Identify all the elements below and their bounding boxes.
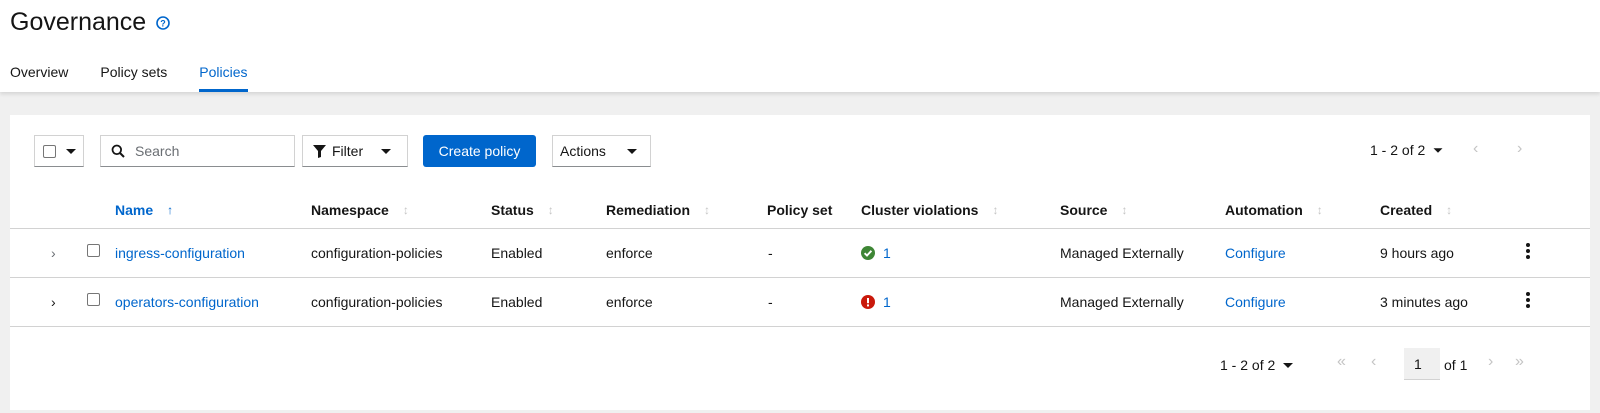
pagination-bottom-range: 1 - 2 of 2 [1220, 357, 1276, 373]
namespace-cell: configuration-policies [311, 245, 443, 261]
remediation-cell: enforce [606, 294, 653, 310]
actions-label: Actions [560, 143, 606, 159]
svg-text:?: ? [160, 18, 166, 28]
sort-icon: ↕ [992, 203, 999, 217]
first-page-icon[interactable]: « [1337, 353, 1346, 371]
toolbar: Filter Create policy Actions 1 - 2 of 2 … [10, 115, 1590, 189]
violations-count-link[interactable]: 1 [883, 294, 891, 310]
next-page-icon[interactable]: › [1517, 140, 1522, 158]
created-cell: 9 hours ago [1380, 245, 1454, 261]
violations-cell: 1 [861, 245, 891, 261]
column-header-remediation[interactable]: Remediation ↕ [606, 202, 710, 218]
sort-icon: ↕ [1446, 203, 1453, 217]
sort-icon: ↕ [1121, 203, 1128, 217]
column-header-source[interactable]: Source ↕ [1060, 202, 1127, 218]
pagination-top-toggle[interactable]: 1 - 2 of 2 [1370, 142, 1443, 158]
tab-policy-sets[interactable]: Policy sets [100, 56, 167, 92]
filter-button[interactable]: Filter [302, 135, 408, 167]
column-header-automation[interactable]: Automation ↕ [1225, 202, 1323, 218]
page-title-wrap: Governance ? [10, 8, 171, 37]
automation-configure-link[interactable]: Configure [1225, 294, 1286, 310]
exclamation-circle-icon [861, 295, 875, 309]
bulk-select-dropdown[interactable] [34, 135, 84, 167]
violations-count-link[interactable]: 1 [883, 245, 891, 261]
created-cell: 3 minutes ago [1380, 294, 1468, 310]
status-cell: Enabled [491, 294, 543, 310]
help-icon[interactable]: ? [156, 15, 171, 30]
column-header-name[interactable]: Name ↑ [115, 202, 173, 218]
previous-page-icon[interactable]: ‹ [1473, 140, 1478, 158]
source-cell: Managed Externally [1060, 294, 1184, 310]
column-header-status[interactable]: Status ↕ [491, 202, 554, 218]
pagination-top-range: 1 - 2 of 2 [1370, 142, 1426, 158]
next-page-icon[interactable]: › [1488, 353, 1493, 371]
caret-down-icon [626, 148, 637, 154]
select-all-checkbox[interactable] [43, 144, 56, 158]
source-cell: Managed Externally [1060, 245, 1184, 261]
total-pages-label: of 1 [1444, 357, 1468, 373]
row-checkbox[interactable] [87, 293, 100, 306]
page-header: Governance ? Overview Policy sets Polici… [0, 0, 1600, 92]
page-number-input[interactable]: 1 [1404, 348, 1440, 380]
create-policy-button[interactable]: Create policy [423, 135, 536, 167]
table-row: › operators-configuration configuration-… [10, 278, 1590, 327]
table-header: Name ↑ Namespace ↕ Status ↕ Remediation ↕ P… [10, 189, 1590, 229]
expand-row-icon[interactable]: › [51, 294, 56, 310]
sort-icon: ↕ [1316, 203, 1323, 217]
sort-icon: ↕ [704, 203, 711, 217]
kebab-menu-icon[interactable] [1526, 292, 1530, 310]
policies-card: Filter Create policy Actions 1 - 2 of 2 … [10, 115, 1590, 410]
check-circle-icon [861, 246, 875, 260]
filter-label: Filter [332, 143, 364, 159]
sort-icon: ↕ [402, 203, 409, 217]
search-input[interactable] [135, 143, 285, 159]
search-box [100, 135, 295, 167]
last-page-icon[interactable]: » [1515, 353, 1524, 371]
column-header-cluster-violations[interactable]: Cluster violations ↕ [861, 202, 998, 218]
caret-down-icon [1433, 147, 1443, 153]
previous-page-icon[interactable]: ‹ [1371, 353, 1376, 371]
remediation-cell: enforce [606, 245, 653, 261]
tab-policies[interactable]: Policies [199, 56, 248, 92]
actions-dropdown[interactable]: Actions [552, 135, 651, 167]
tab-overview[interactable]: Overview [10, 56, 68, 92]
kebab-menu-icon[interactable] [1526, 243, 1530, 261]
search-icon [111, 144, 125, 158]
sort-icon: ↕ [547, 203, 554, 217]
column-header-namespace[interactable]: Namespace ↕ [311, 202, 409, 218]
column-header-created[interactable]: Created ↕ [1380, 202, 1452, 218]
automation-configure-link[interactable]: Configure [1225, 245, 1286, 261]
caret-down-icon [66, 148, 76, 154]
sort-ascending-icon: ↑ [167, 203, 174, 217]
policy-name-link[interactable]: operators-configuration [115, 294, 259, 310]
row-checkbox[interactable] [87, 244, 100, 257]
expand-row-icon[interactable]: › [51, 245, 56, 261]
pagination-bottom-toggle[interactable]: 1 - 2 of 2 [1220, 357, 1294, 373]
policy-set-cell: - [768, 294, 773, 310]
caret-down-icon [1283, 362, 1294, 368]
namespace-cell: configuration-policies [311, 294, 443, 310]
page-title: Governance [10, 8, 147, 36]
status-cell: Enabled [491, 245, 543, 261]
policy-set-cell: - [768, 245, 773, 261]
tab-bar: Overview Policy sets Policies [0, 56, 270, 92]
table-row: › ingress-configuration configuration-po… [10, 229, 1590, 278]
violations-cell: 1 [861, 294, 891, 310]
filter-icon [313, 144, 326, 158]
policy-name-link[interactable]: ingress-configuration [115, 245, 245, 261]
caret-down-icon [381, 148, 392, 154]
column-header-policy-set: Policy set [767, 202, 833, 218]
